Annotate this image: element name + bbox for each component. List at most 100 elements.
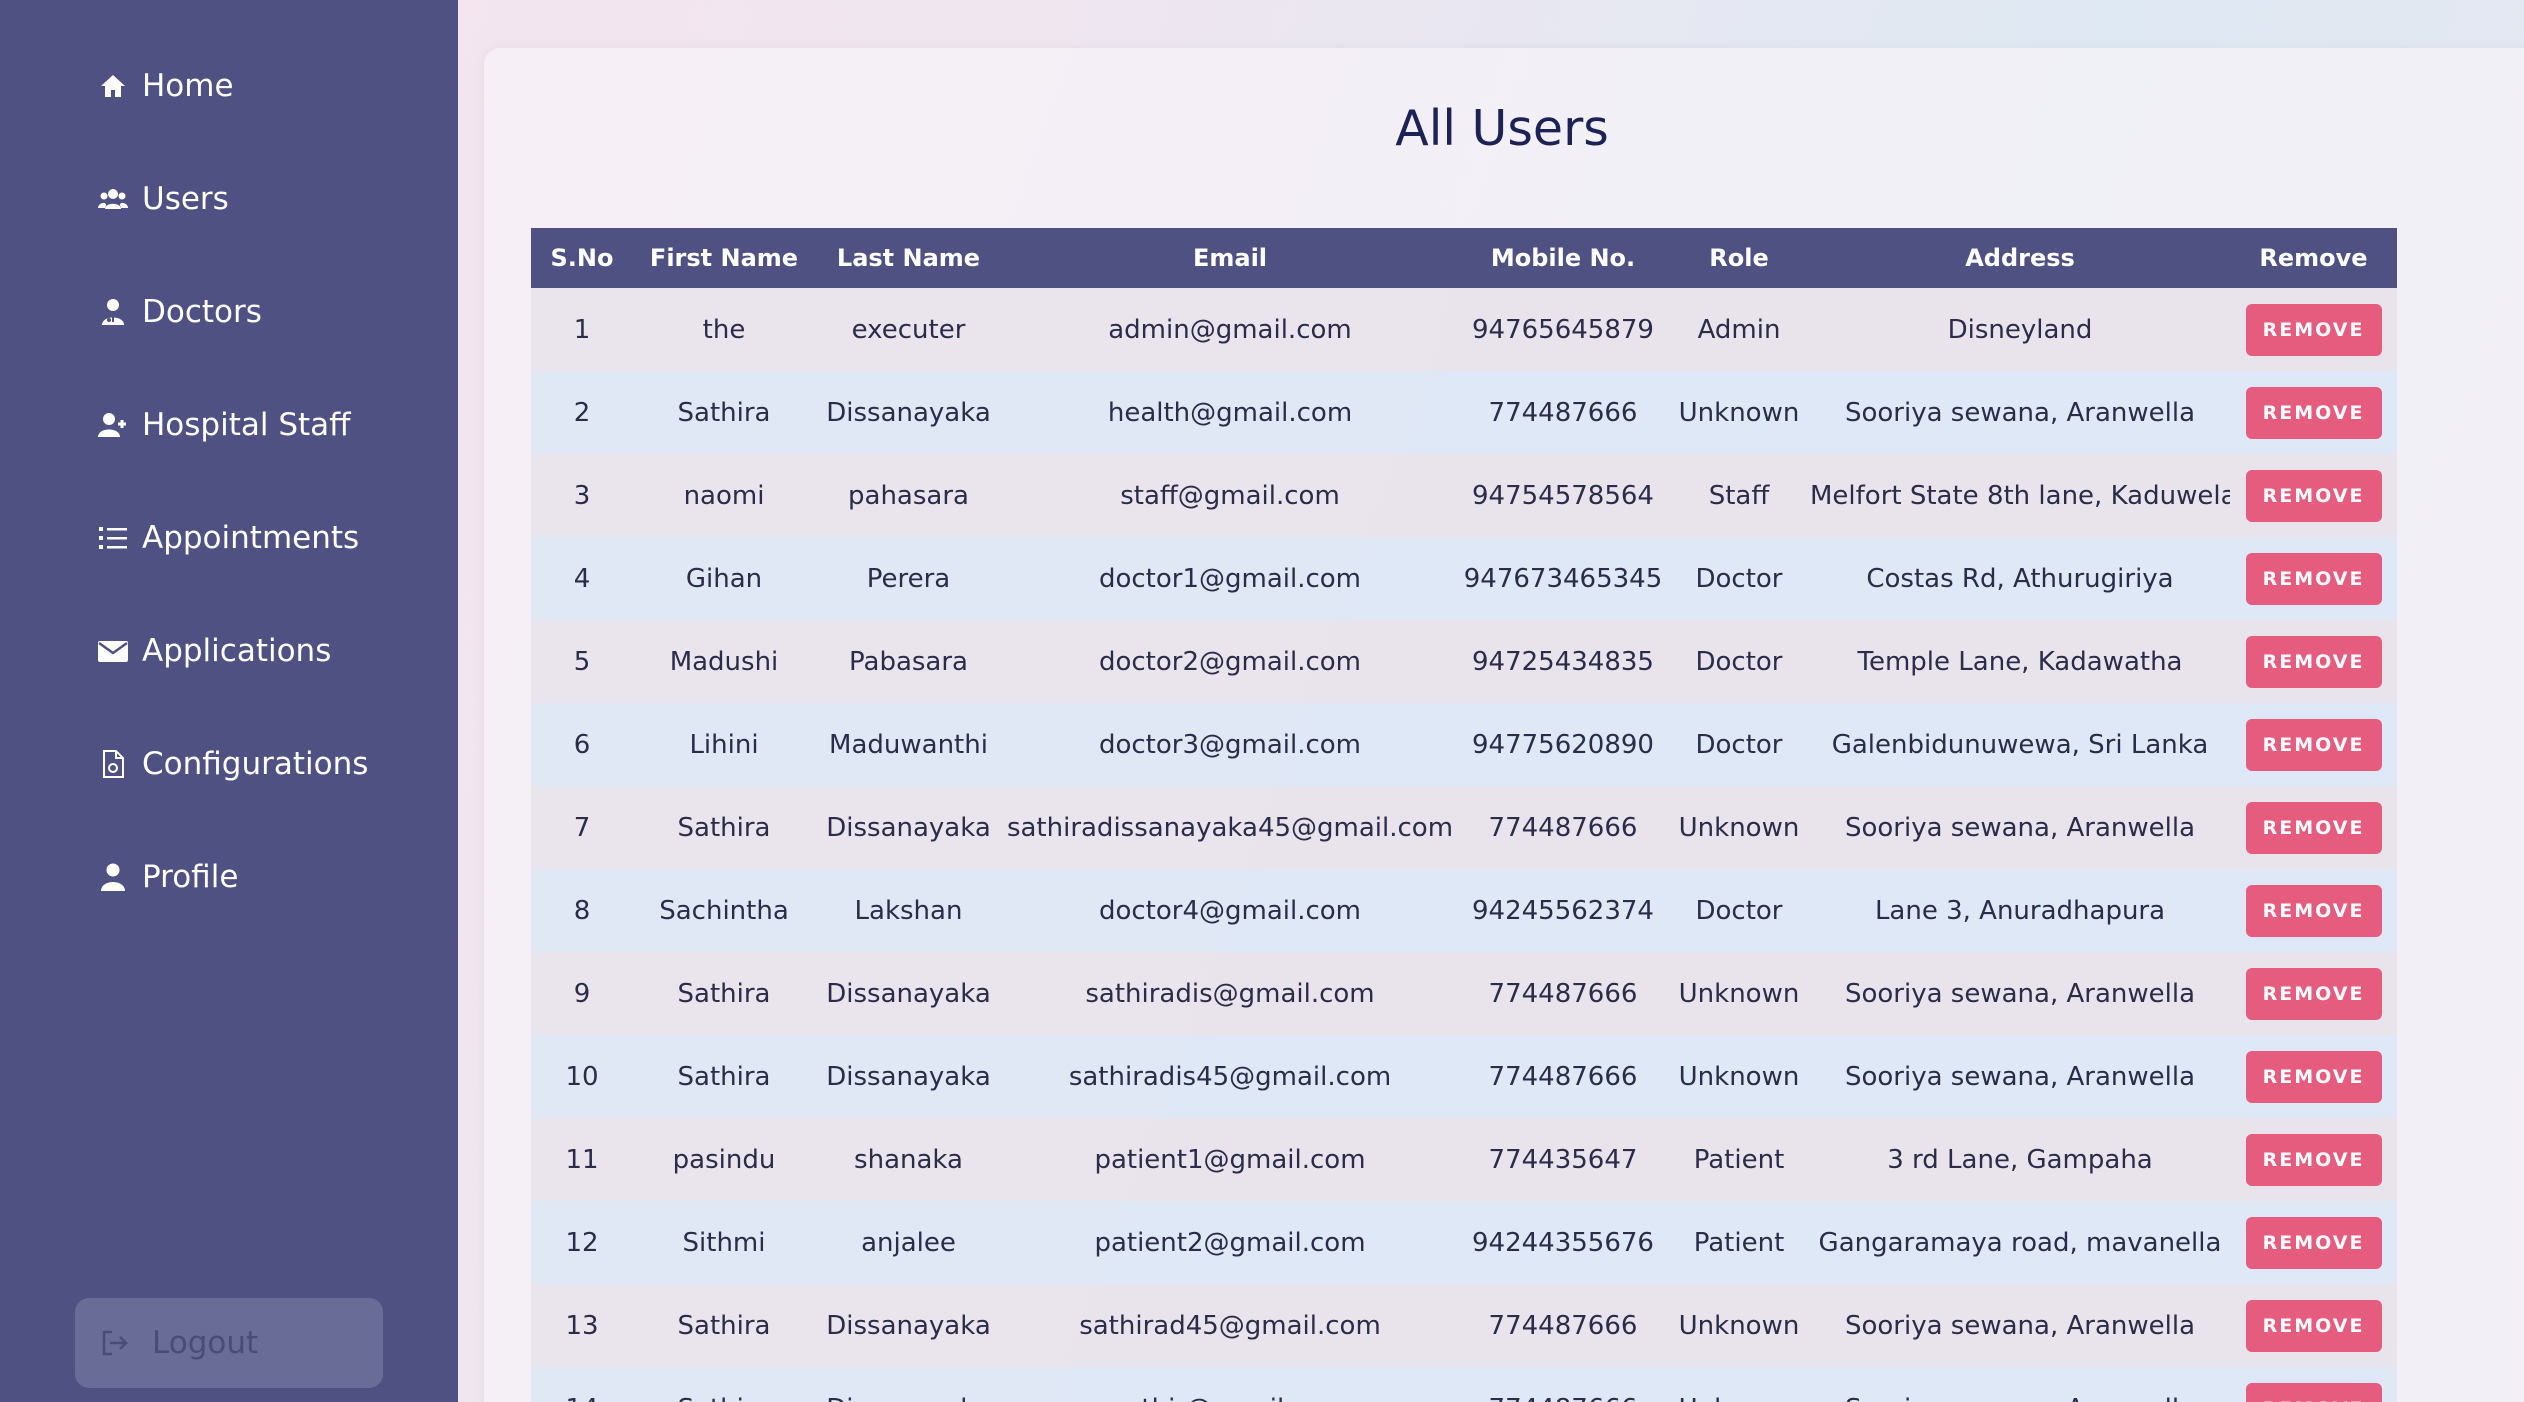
cell-first-name: Sathira: [633, 1367, 815, 1402]
logout-button[interactable]: Logout: [75, 1298, 383, 1388]
remove-button[interactable]: REMOVE: [2245, 884, 2382, 937]
sidebar-item-users[interactable]: Users: [98, 169, 229, 229]
sidebar-item-home[interactable]: Home: [98, 56, 234, 116]
cell-sno: 13: [565, 1310, 599, 1341]
cell-last-name: Dissanayaka: [826, 1310, 991, 1341]
remove-button[interactable]: REMOVE: [2245, 303, 2382, 356]
cell-first-name: Sithmi: [682, 1227, 766, 1258]
cell-last-name: Maduwanthi: [829, 729, 988, 760]
cell-role: Doctor: [1695, 563, 1783, 594]
cell-mobile: 774487666: [1458, 1367, 1668, 1402]
sidebar-item-appointments[interactable]: Appointments: [98, 508, 359, 568]
cell-mobile: 94725434835: [1472, 646, 1654, 677]
column-header-last-name[interactable]: Last Name: [815, 228, 1002, 288]
table-row: 8 Sachintha Lakshan doctor4@gmail.com 942455…: [531, 869, 2397, 952]
cell-first-name: the: [702, 314, 746, 345]
cell-mobile: 94245562374: [1472, 895, 1654, 926]
remove-button[interactable]: REMOVE: [2245, 1050, 2382, 1103]
remove-button[interactable]: REMOVE: [2245, 469, 2382, 522]
cell-mobile: 94244355676: [1472, 1227, 1654, 1258]
column-header-first-name[interactable]: First Name: [633, 228, 815, 288]
sidebar-item-label: Home: [142, 68, 234, 104]
cell-remove: REMOVE: [2230, 1284, 2397, 1367]
sidebar-item-hospital-staff[interactable]: Hospital Staff: [98, 395, 351, 455]
cell-address: Sooriya sewana, Aranwella: [1844, 812, 2196, 843]
cell-last-name: Dissanayaka: [826, 1061, 991, 1092]
cell-email: doctor3@gmail.com: [1098, 729, 1362, 760]
remove-button[interactable]: REMOVE: [2245, 552, 2382, 605]
column-header-email[interactable]: Email: [1002, 228, 1458, 288]
cell-role: Unknown: [1668, 1367, 1810, 1402]
cell-last-name: Lakshan: [854, 895, 963, 926]
remove-button[interactable]: REMOVE: [2245, 635, 2382, 688]
table-header-row: S.No First Name Last Name Email Mobile N…: [531, 228, 2397, 288]
table-row: 3 naomi pahasara staff@gmail.com 94754578564…: [531, 454, 2397, 537]
cell-address: Costas Rd, Athurugiriya: [1866, 563, 2174, 594]
sidebar: Home Users Doctors Hospital Staff Appoin…: [0, 0, 458, 1402]
cell-remove: REMOVE: [2230, 952, 2397, 1035]
remove-button[interactable]: REMOVE: [2245, 1216, 2382, 1269]
column-header-mobile[interactable]: Mobile No.: [1458, 228, 1668, 288]
cell-last-name: Pabasara: [849, 646, 968, 677]
cell-address: Temple Lane, Kadawatha: [1857, 646, 2183, 677]
cell-email: patient1@gmail.com: [1094, 1144, 1366, 1175]
cell-sno: 10: [565, 1061, 599, 1092]
cell-role: Patient: [1693, 1144, 1785, 1175]
cell-email: sathiradis45@gmail.com: [1068, 1061, 1392, 1092]
cell-sno: 1: [573, 314, 591, 345]
cell-role: Doctor: [1695, 895, 1783, 926]
column-header-role[interactable]: Role: [1668, 228, 1810, 288]
remove-button[interactable]: REMOVE: [2245, 1382, 2382, 1402]
cell-mobile: 774435647: [1488, 1144, 1638, 1175]
cell-last-name: executer: [851, 314, 966, 345]
cell-address: Sooriya sewana, Aranwella: [1844, 397, 2196, 428]
cell-role: Unknown: [1678, 978, 1800, 1009]
table-row: 4 Gihan Perera doctor1@gmail.com 94767346534…: [531, 537, 2397, 620]
remove-button[interactable]: REMOVE: [2245, 1133, 2382, 1186]
cell-email: staff@gmail.com: [1120, 480, 1340, 511]
cell-first-name: naomi: [683, 480, 765, 511]
cell-first-name: Sachintha: [659, 895, 789, 926]
table-row: 2 Sathira Dissanayaka health@gmail.com 77448…: [531, 371, 2397, 454]
cell-mobile: 774487666: [1488, 1310, 1638, 1341]
remove-button[interactable]: REMOVE: [2245, 1299, 2382, 1352]
sidebar-item-applications[interactable]: Applications: [98, 621, 331, 681]
cell-address: Sooriya sewana, Aranwella: [1844, 978, 2196, 1009]
cell-first-name: Gihan: [685, 563, 763, 594]
sidebar-item-profile[interactable]: Profile: [98, 847, 238, 907]
sidebar-item-label: Profile: [142, 859, 239, 895]
cell-last-name: pahasara: [848, 480, 969, 511]
remove-button[interactable]: REMOVE: [2245, 718, 2382, 771]
remove-button[interactable]: REMOVE: [2245, 967, 2382, 1020]
cell-last-name: Perera: [866, 563, 951, 594]
user-icon: [98, 862, 128, 892]
table-row: 12 Sithmi anjalee patient2@gmail.com 9424435…: [531, 1201, 2397, 1284]
column-header-address[interactable]: Address: [1810, 228, 2230, 288]
cell-email: health@gmail.com: [1107, 397, 1353, 428]
cell-remove: REMOVE: [2230, 371, 2397, 454]
table-row: 14SathiraDissanayakasathir@gmail.com7744…: [531, 1367, 2397, 1402]
cell-sno: 7: [573, 812, 591, 843]
sidebar-item-doctors[interactable]: Doctors: [98, 282, 262, 342]
users-table: S.No First Name Last Name Email Mobile N…: [531, 228, 2397, 1402]
remove-button[interactable]: REMOVE: [2245, 386, 2382, 439]
cell-sno: 8: [573, 895, 591, 926]
sidebar-item-label: Applications: [142, 633, 332, 669]
cell-mobile: 94754578564: [1472, 480, 1654, 511]
cell-first-name: Sathira: [677, 397, 771, 428]
remove-button[interactable]: REMOVE: [2245, 801, 2382, 854]
cell-email: doctor4@gmail.com: [1098, 895, 1362, 926]
sidebar-item-configurations[interactable]: Configurations: [98, 734, 368, 794]
cell-email: doctor1@gmail.com: [1098, 563, 1362, 594]
cell-first-name: Sathira: [677, 978, 771, 1009]
doctor-icon: [98, 297, 128, 327]
column-header-sno[interactable]: S.No: [531, 228, 633, 288]
cell-address: Sooriya sewana, Aranwella: [1844, 1310, 2196, 1341]
logout-label: Logout: [152, 1325, 259, 1361]
cell-sno: 11: [565, 1144, 599, 1175]
cell-sno: 14: [531, 1367, 633, 1402]
cell-email: doctor2@gmail.com: [1098, 646, 1362, 677]
cell-sno: 3: [573, 480, 591, 511]
cell-role: Unknown: [1678, 397, 1800, 428]
cell-address: Galenbidunuwewa, Sri Lanka: [1831, 729, 2209, 760]
